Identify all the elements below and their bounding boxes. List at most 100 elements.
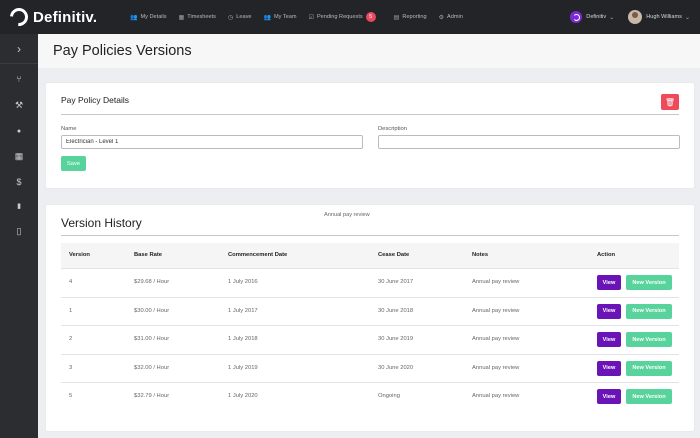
page-title: Pay Policies Versions [53,43,192,59]
sidebar-item-ideas[interactable]: ● [0,123,38,139]
nav-label: Leave [236,14,252,20]
new-version-button[interactable]: New Version [626,275,672,290]
cell-cease-date: 30 June 2017 [378,279,414,285]
nav-label: My Team [273,14,297,20]
cell-notes: Annual pay review [472,364,520,371]
nav-pending-requests[interactable]: ☑ Pending Requests 5 [308,12,376,22]
right-nav: Definitiv ⌄ Hugh Williams ⌄ [570,0,690,34]
view-button[interactable]: View [597,389,621,404]
cell-cease-date: 30 June 2020 [378,364,414,371]
sidebar-item-pay[interactable]: $ [0,174,38,190]
view-button[interactable]: View [597,303,621,319]
chart-icon: ▤ [393,14,400,21]
save-button[interactable]: Save [61,156,86,171]
column-header-base-rate: Base Rate [134,252,163,258]
column-header-version: Version [69,252,90,258]
trash-icon: 🗑 [664,97,676,107]
chevron-right-icon: › [17,42,21,56]
company-name: Definitiv [586,14,607,20]
table-row: 4 $29.68 / Hour 1 July 2016 30 June 2017… [61,268,679,297]
view-button[interactable]: View [597,332,621,347]
avatar [628,10,643,24]
sidebar-expand-toggle[interactable]: › [0,41,38,57]
users-icon: 👥 [130,14,138,21]
cell-version: 3 [69,364,73,371]
sidebar-item-calendar[interactable]: ▦ [0,148,38,164]
column-header-cease-date: Cease Date [378,252,410,258]
cell-notes: Annual pay review [472,307,520,314]
cell-version: 4 [69,279,73,285]
nav-my-details[interactable]: 👥 My Details [130,14,167,21]
nav-my-team[interactable]: 👥 My Team [263,14,296,21]
sidebar-item-voice[interactable]: ▮ [0,198,38,214]
table-row: 5 $32.79 / Hour 1 July 2020 Ongoing Annu… [61,382,679,411]
calendar-icon: ▦ [14,150,24,161]
table-row: 1 $30.00 / Hour 1 July 2017 30 June 2018… [61,296,679,326]
logo-mark-icon [6,4,32,30]
cell-commencement-date: 1 July 2016 [228,279,258,285]
description-input[interactable] [378,135,680,149]
description-label: Description [378,126,407,132]
user-menu[interactable]: Hugh Williams ⌄ [628,10,690,24]
cell-notes: Annual pay review [472,279,520,285]
sidebar-divider [0,63,38,64]
view-button[interactable]: View [597,275,621,290]
view-button[interactable]: View [597,360,621,376]
table-row: 3 $32.00 / Hour 1 July 2019 30 June 2020… [61,353,679,383]
gear-icon: ⚙ [438,14,444,21]
app-logo[interactable]: Definitiv. [6,4,115,30]
microphone-icon: ▮ [17,203,21,210]
cell-base-rate: $32.00 / Hour [134,364,170,371]
new-version-button[interactable]: New Version [626,389,672,404]
sidebar-item-tools[interactable]: ⚒ [0,97,38,113]
nav-label: Reporting [402,14,427,20]
nav-timesheets[interactable]: ▦ Timesheets [179,14,216,21]
main-nav: 👥 My Details ▦ Timesheets ◷ Leave 👥 My Team … [130,12,475,22]
history-title: Version History [61,216,142,230]
version-history-card: Annual pay review Version History Versio… [46,205,694,431]
book-icon: ▯ [16,225,22,236]
divider [61,114,679,115]
team-icon: 👥 [263,14,271,21]
sidebar: › ⑂ ⚒ ● ▦ $ ▮ ▯ [0,34,38,438]
company-switcher[interactable]: Definitiv ⌄ [570,11,614,23]
chevron-down-icon: ⌄ [684,14,690,21]
cell-notes: Annual pay review [472,336,520,342]
cell-cease-date: Ongoing [378,393,400,399]
cell-base-rate: $31.00 / Hour [134,336,170,342]
delete-button[interactable]: 🗑 [661,94,679,110]
new-version-button[interactable]: New Version [626,303,672,319]
nav-leave[interactable]: ◷ Leave [228,14,252,21]
table-header: Version Base Rate Commencement Date Ceas… [61,243,679,268]
pending-count-badge: 5 [365,12,376,22]
name-label: Name [61,126,77,132]
calendar-icon: ▦ [178,14,185,21]
cell-commencement-date: 1 July 2018 [228,336,258,342]
column-header-notes: Notes [472,252,489,258]
checkbox-icon: ☑ [308,14,314,21]
name-input[interactable] [61,135,363,149]
nav-reporting[interactable]: ▤ Reporting [394,14,427,21]
lightbulb-icon: ● [16,127,22,135]
fork-icon: ⑂ [16,74,22,84]
cell-version: 5 [69,393,73,399]
history-note: Annual pay review [324,212,370,218]
dollar-icon: $ [16,177,22,187]
cell-base-rate: $30.00 / Hour [134,307,170,314]
cell-notes: Annual pay review [472,393,520,399]
cell-version: 2 [69,336,73,342]
new-version-button[interactable]: New Version [626,332,672,347]
cell-commencement-date: 1 July 2019 [228,364,258,371]
column-header-commencement-date: Commencement Date [228,252,288,258]
nav-admin[interactable]: ⚙ Admin [439,14,463,21]
logo-text: Definitiv. [33,8,98,26]
new-version-button[interactable]: New Version [626,360,672,376]
company-logo-icon [570,11,583,23]
sidebar-item-structure[interactable]: ⑂ [0,71,38,87]
sidebar-item-docs[interactable]: ▯ [0,223,38,239]
cell-cease-date: 30 June 2018 [378,307,414,314]
cell-commencement-date: 1 July 2017 [228,307,258,314]
nav-label: Pending Requests [316,14,363,20]
nav-label: Admin [447,14,463,20]
user-name: Hugh Williams [646,14,682,20]
